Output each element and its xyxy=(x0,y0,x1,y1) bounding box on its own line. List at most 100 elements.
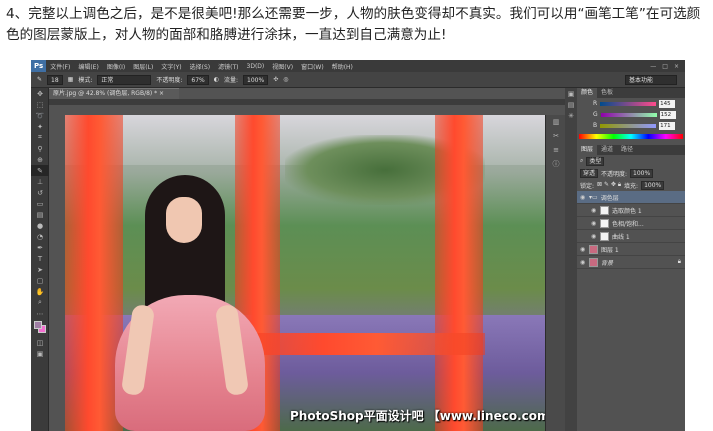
layer-name[interactable]: 调色层 xyxy=(601,193,619,202)
crop-tool-icon[interactable]: ⌗ xyxy=(31,132,49,143)
shape-tool-icon[interactable]: ▢ xyxy=(31,275,49,286)
woman-face xyxy=(166,197,202,243)
layer-name[interactable]: 色相/饱和... xyxy=(612,219,644,228)
tools-presets-icon[interactable]: ✂ xyxy=(546,129,566,143)
pen-tool-icon[interactable]: ✒ xyxy=(31,242,49,253)
visibility-eye-icon[interactable]: ◉ xyxy=(580,246,586,253)
fill-field[interactable]: 100% xyxy=(641,180,665,190)
pressure-opacity-icon[interactable]: ◐ xyxy=(214,76,219,83)
tab-layers[interactable]: 图层 xyxy=(577,145,598,155)
color-swatches[interactable] xyxy=(31,319,48,337)
healing-tool-icon[interactable]: ⊕ xyxy=(31,154,49,165)
channel-b-value[interactable]: 171 xyxy=(659,121,676,130)
airbrush-icon[interactable]: ✣ xyxy=(273,76,278,83)
channel-r-slider[interactable] xyxy=(600,101,657,106)
info-panel-icon[interactable]: ⓘ xyxy=(546,157,566,171)
channel-b-slider[interactable] xyxy=(600,123,657,128)
mode-select[interactable]: 正常 xyxy=(97,74,152,85)
screen-mode-icon[interactable]: ▣ xyxy=(31,348,49,359)
lock-icons[interactable]: ⊠ ✎ ✥ 🔒︎ xyxy=(597,181,621,189)
layer-name[interactable]: 图层 1 xyxy=(601,245,619,254)
menu-layer[interactable]: 图层(L) xyxy=(129,62,157,71)
layer-row[interactable]: ◉ 背景 🔒︎ xyxy=(577,256,685,269)
quick-mask-icon[interactable]: ◫ xyxy=(31,337,49,348)
brush-tool-icon[interactable]: ✎ xyxy=(37,76,42,83)
more-tools-icon[interactable]: ⋯ xyxy=(31,308,49,319)
channel-r-value[interactable]: 145 xyxy=(659,99,676,108)
history-brush-tool-icon[interactable]: ↺ xyxy=(31,187,49,198)
document-canvas[interactable]: PhotoShop平面设计吧 【www.lineco.com/tieba/178… xyxy=(65,115,545,431)
zoom-tool-icon[interactable]: ⌕ xyxy=(31,297,49,308)
workspace-preset-select[interactable]: 基本功能 xyxy=(625,74,677,85)
path-select-tool-icon[interactable]: ➤ xyxy=(31,264,49,275)
properties-panel-icon[interactable]: ≡ xyxy=(546,143,566,157)
type-tool-icon[interactable]: T xyxy=(31,253,49,264)
window-controls: — □ × xyxy=(650,63,685,70)
blur-tool-icon[interactable]: ● xyxy=(31,220,49,231)
color-spectrum-bar[interactable] xyxy=(579,134,683,139)
channel-g-slider[interactable] xyxy=(600,112,657,117)
layer-name[interactable]: 曲线 1 xyxy=(612,232,630,241)
channel-b-row: B 171 xyxy=(577,120,685,131)
navigator-icon[interactable]: ✳ xyxy=(565,110,577,121)
layer-opacity-field[interactable]: 100% xyxy=(630,168,654,178)
brush-size-field[interactable]: 18 xyxy=(47,74,63,85)
visibility-eye-icon[interactable]: ◉ xyxy=(591,207,597,214)
move-tool-icon[interactable]: ✥ xyxy=(31,88,49,99)
channel-r-row: R 145 xyxy=(577,98,685,109)
layer-name[interactable]: 选取颜色 1 xyxy=(612,206,642,215)
brush-tool-icon[interactable]: ✎ xyxy=(31,165,49,176)
menu-type[interactable]: 文字(Y) xyxy=(157,62,185,71)
maximize-button[interactable]: □ xyxy=(662,63,668,70)
eyedropper-tool-icon[interactable]: ⚲ xyxy=(31,143,49,154)
history-panel-icon[interactable]: ▥ xyxy=(546,115,566,129)
layer-row[interactable]: ◉ 色相/饱和... xyxy=(577,217,685,230)
layer-row[interactable]: ◉ 曲线 1 xyxy=(577,230,685,243)
minimize-button[interactable]: — xyxy=(650,63,656,70)
menu-filter[interactable]: 滤镜(T) xyxy=(214,62,242,71)
dodge-tool-icon[interactable]: ◔ xyxy=(31,231,49,242)
adjustments-icon[interactable]: ▣ xyxy=(565,88,577,99)
marquee-tool-icon[interactable]: ⬚ xyxy=(31,99,49,110)
flow-field[interactable]: 100% xyxy=(243,74,269,85)
hand-tool-icon[interactable]: ✋ xyxy=(31,286,49,297)
styles-icon[interactable]: ▤ xyxy=(565,99,577,110)
menu-select[interactable]: 选择(S) xyxy=(186,62,215,71)
lasso-tool-icon[interactable]: ➰ xyxy=(31,110,49,121)
tab-swatches[interactable]: 色板 xyxy=(597,88,617,98)
channel-g-value[interactable]: 152 xyxy=(659,110,676,119)
layer-row[interactable]: ◉ 图层 1 xyxy=(577,243,685,256)
foreground-color-swatch[interactable] xyxy=(34,321,42,329)
clone-stamp-tool-icon[interactable]: ⊥ xyxy=(31,176,49,187)
layer-row[interactable]: ◉ ▾▭ 调色层 xyxy=(577,191,685,204)
quick-select-tool-icon[interactable]: ✦ xyxy=(31,121,49,132)
menu-window[interactable]: 窗口(W) xyxy=(297,62,328,71)
pressure-size-icon[interactable]: ◎ xyxy=(283,76,288,83)
menu-help[interactable]: 帮助(H) xyxy=(328,62,357,71)
visibility-eye-icon[interactable]: ◉ xyxy=(591,233,597,240)
eraser-tool-icon[interactable]: ▭ xyxy=(31,198,49,209)
layer-name[interactable]: 背景 xyxy=(601,258,613,267)
document-tab[interactable]: 原片.jpg @ 42.8% (调色层, RGB/8) * × xyxy=(49,88,179,99)
lock-row: 锁定: ⊠ ✎ ✥ 🔒︎ 填充: 100% xyxy=(577,179,685,191)
visibility-eye-icon[interactable]: ◉ xyxy=(591,220,597,227)
tab-channels[interactable]: 通道 xyxy=(597,145,617,155)
opacity-field[interactable]: 67% xyxy=(187,74,209,85)
gradient-tool-icon[interactable]: ▤ xyxy=(31,209,49,220)
visibility-eye-icon[interactable]: ◉ xyxy=(580,194,586,201)
close-button[interactable]: × xyxy=(674,63,679,70)
menu-view[interactable]: 视图(V) xyxy=(268,62,297,71)
layer-row[interactable]: ◉ 选取颜色 1 xyxy=(577,204,685,217)
menu-edit[interactable]: 编辑(E) xyxy=(74,62,102,71)
tab-paths[interactable]: 路径 xyxy=(617,145,637,155)
menu-image[interactable]: 图像(I) xyxy=(103,62,129,71)
menu-3d[interactable]: 3D(D) xyxy=(243,63,269,70)
layer-filter-select[interactable]: 类型 xyxy=(586,156,605,166)
layer-thumbnail xyxy=(589,244,598,254)
menu-file[interactable]: 文件(F) xyxy=(46,62,74,71)
blend-mode-select[interactable]: 穿透 xyxy=(580,168,599,178)
tab-color[interactable]: 颜色 xyxy=(577,88,598,98)
adjustment-thumbnail xyxy=(600,205,609,215)
visibility-eye-icon[interactable]: ◉ xyxy=(580,259,586,266)
brush-panel-icon[interactable]: ▦ xyxy=(68,76,74,83)
